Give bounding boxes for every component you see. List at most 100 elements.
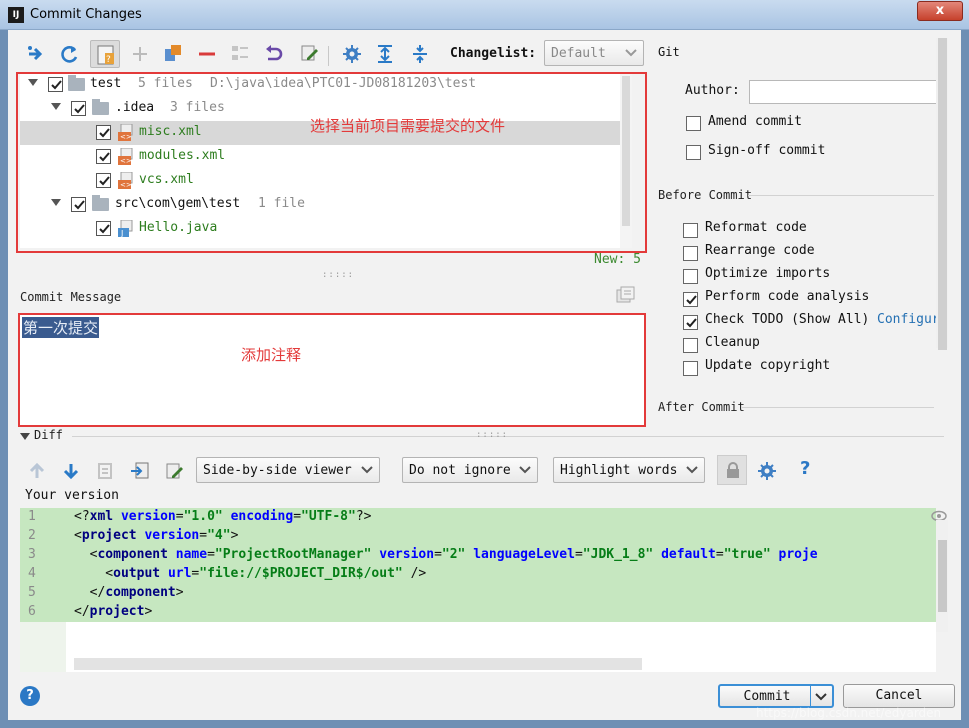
check-todo-checkbox[interactable] [683, 315, 698, 330]
add-icon[interactable] [130, 44, 150, 64]
splitter-handle[interactable]: ::::: [322, 270, 354, 280]
code-text: </component> [74, 585, 184, 600]
line-number: 5 [28, 585, 36, 600]
cancel-button[interactable]: Cancel [843, 684, 955, 708]
help-file-toggle[interactable]: ? [90, 40, 120, 68]
code-text: <output url="file://$PROJECT_DIR$/out" /… [74, 566, 427, 581]
git-section-title: Git [658, 45, 680, 59]
help-button[interactable]: ? [20, 686, 40, 706]
commit-message-label: Commit Message [20, 290, 121, 304]
code-line: 1 <?xml version="1.0" encoding="UTF-8"?> [20, 508, 936, 527]
new-files-count: New: 5 [594, 252, 641, 267]
code-line: 6 </project> [20, 603, 936, 622]
message-history-icon[interactable] [616, 286, 636, 304]
optimize-imports-label: Optimize imports [705, 266, 831, 281]
collapse-diff-icon[interactable] [20, 433, 30, 441]
edit-icon[interactable] [300, 43, 320, 63]
perform-code-analysis-checkbox[interactable] [683, 292, 698, 307]
code-text: </project> [74, 604, 153, 619]
collapse-all-icon[interactable] [410, 44, 430, 64]
dialog-body: ? Changelist: Default test 5 files D:\ja… [8, 30, 961, 720]
viewer-mode-dropdown[interactable]: Side-by-side viewer [196, 457, 380, 483]
highlight-mode-value: Highlight words [560, 463, 678, 478]
window-title: Commit Changes [30, 7, 142, 22]
diff-title: Diff [34, 428, 63, 442]
checkmark-icon [686, 318, 697, 328]
remove-icon[interactable] [197, 44, 217, 64]
reformat-code-checkbox[interactable] [683, 223, 698, 238]
code-line: 4 <output url="file://$PROJECT_DIR$/out"… [20, 565, 936, 584]
annotation-box-files [16, 72, 647, 253]
refresh-icon[interactable] [60, 44, 80, 64]
previous-difference-icon[interactable] [28, 462, 46, 480]
ignore-whitespace-value: Do not ignore [409, 463, 511, 478]
move-icon[interactable] [26, 44, 46, 64]
annotation-files: 选择当前项目需要提交的文件 [310, 117, 506, 135]
changelist-dropdown[interactable]: Default [544, 40, 644, 66]
diff-splitter-handle[interactable]: ::::: [476, 430, 508, 440]
chevron-down-icon[interactable] [815, 693, 827, 701]
changelist-label: Changelist: [450, 46, 537, 61]
line-number: 6 [28, 604, 36, 619]
help-icon[interactable]: ? [800, 458, 810, 479]
author-field[interactable] [749, 80, 945, 104]
ignore-whitespace-dropdown[interactable]: Do not ignore [402, 457, 538, 483]
editor-scroll-thumb[interactable] [938, 540, 947, 612]
lock-scrolling-toggle[interactable] [717, 455, 747, 485]
perform-code-analysis-label: Perform code analysis [705, 289, 870, 304]
cleanup-checkbox[interactable] [683, 338, 698, 353]
annotation-box-message [18, 313, 646, 427]
editor-scrollbar[interactable] [936, 520, 948, 632]
code-line: 2 <project version="4"> [20, 527, 936, 546]
chevron-down-icon [519, 466, 531, 474]
code-text: <?xml version="1.0" encoding="UTF-8"?> [74, 509, 372, 524]
svg-text:?: ? [106, 55, 111, 65]
expand-all-icon[interactable] [375, 44, 395, 64]
code-text: <component name="ProjectRootManager" ver… [74, 547, 818, 562]
code-line: 5 </component> [20, 584, 936, 603]
commit-message-label-text: Commit Message [20, 290, 122, 304]
settings-icon[interactable] [757, 461, 777, 481]
commit-button-label: Commit [743, 689, 791, 704]
diff-editor[interactable]: 1 <?xml version="1.0" encoding="UTF-8"?>… [20, 508, 936, 672]
author-label: Author: [685, 83, 740, 98]
chevron-down-icon [361, 466, 373, 474]
options-scrollbar[interactable] [936, 38, 948, 350]
cleanup-label: Cleanup [705, 335, 760, 350]
divider [748, 195, 934, 196]
your-version-label: Your version [25, 488, 119, 503]
rearrange-code-label: Rearrange code [705, 243, 815, 258]
edit-source-icon[interactable] [165, 461, 185, 481]
commit-button[interactable]: Commit [718, 684, 834, 708]
chevron-down-icon [686, 466, 698, 474]
button-divider [810, 686, 811, 706]
check-todo-label: Check TODO (Show All) [705, 312, 870, 327]
title-bar: IJ Commit Changes x [0, 0, 969, 30]
intellij-app-icon: IJ [8, 7, 24, 23]
line-number: 3 [28, 547, 36, 562]
after-commit-title: After Commit [658, 400, 745, 414]
next-difference-icon[interactable] [62, 462, 80, 480]
viewer-mode-value: Side-by-side viewer [203, 463, 352, 478]
line-number: 2 [28, 528, 36, 543]
update-copyright-label: Update copyright [705, 358, 831, 373]
close-window-button[interactable]: x [917, 1, 963, 21]
revert-icon[interactable] [263, 44, 283, 64]
lock-icon [727, 462, 739, 478]
options-scroll-thumb[interactable] [938, 38, 947, 350]
highlight-mode-dropdown[interactable]: Highlight words [553, 457, 705, 483]
update-copyright-checkbox[interactable] [683, 361, 698, 376]
code-text: <project version="4"> [74, 528, 239, 543]
amend-commit-label: Amend commit [708, 114, 802, 129]
show-diff-icon[interactable] [163, 43, 183, 63]
settings-icon[interactable] [342, 44, 362, 64]
signoff-commit-checkbox[interactable] [686, 145, 701, 160]
editor-horizontal-scrollbar[interactable] [74, 658, 642, 670]
rearrange-code-checkbox[interactable] [683, 246, 698, 261]
group-icon[interactable] [230, 43, 250, 63]
compare-disabled-icon[interactable] [96, 462, 114, 480]
before-commit-title: Before Commit [658, 188, 752, 202]
amend-commit-checkbox[interactable] [686, 116, 701, 131]
jump-to-source-icon[interactable] [130, 461, 150, 481]
optimize-imports-checkbox[interactable] [683, 269, 698, 284]
